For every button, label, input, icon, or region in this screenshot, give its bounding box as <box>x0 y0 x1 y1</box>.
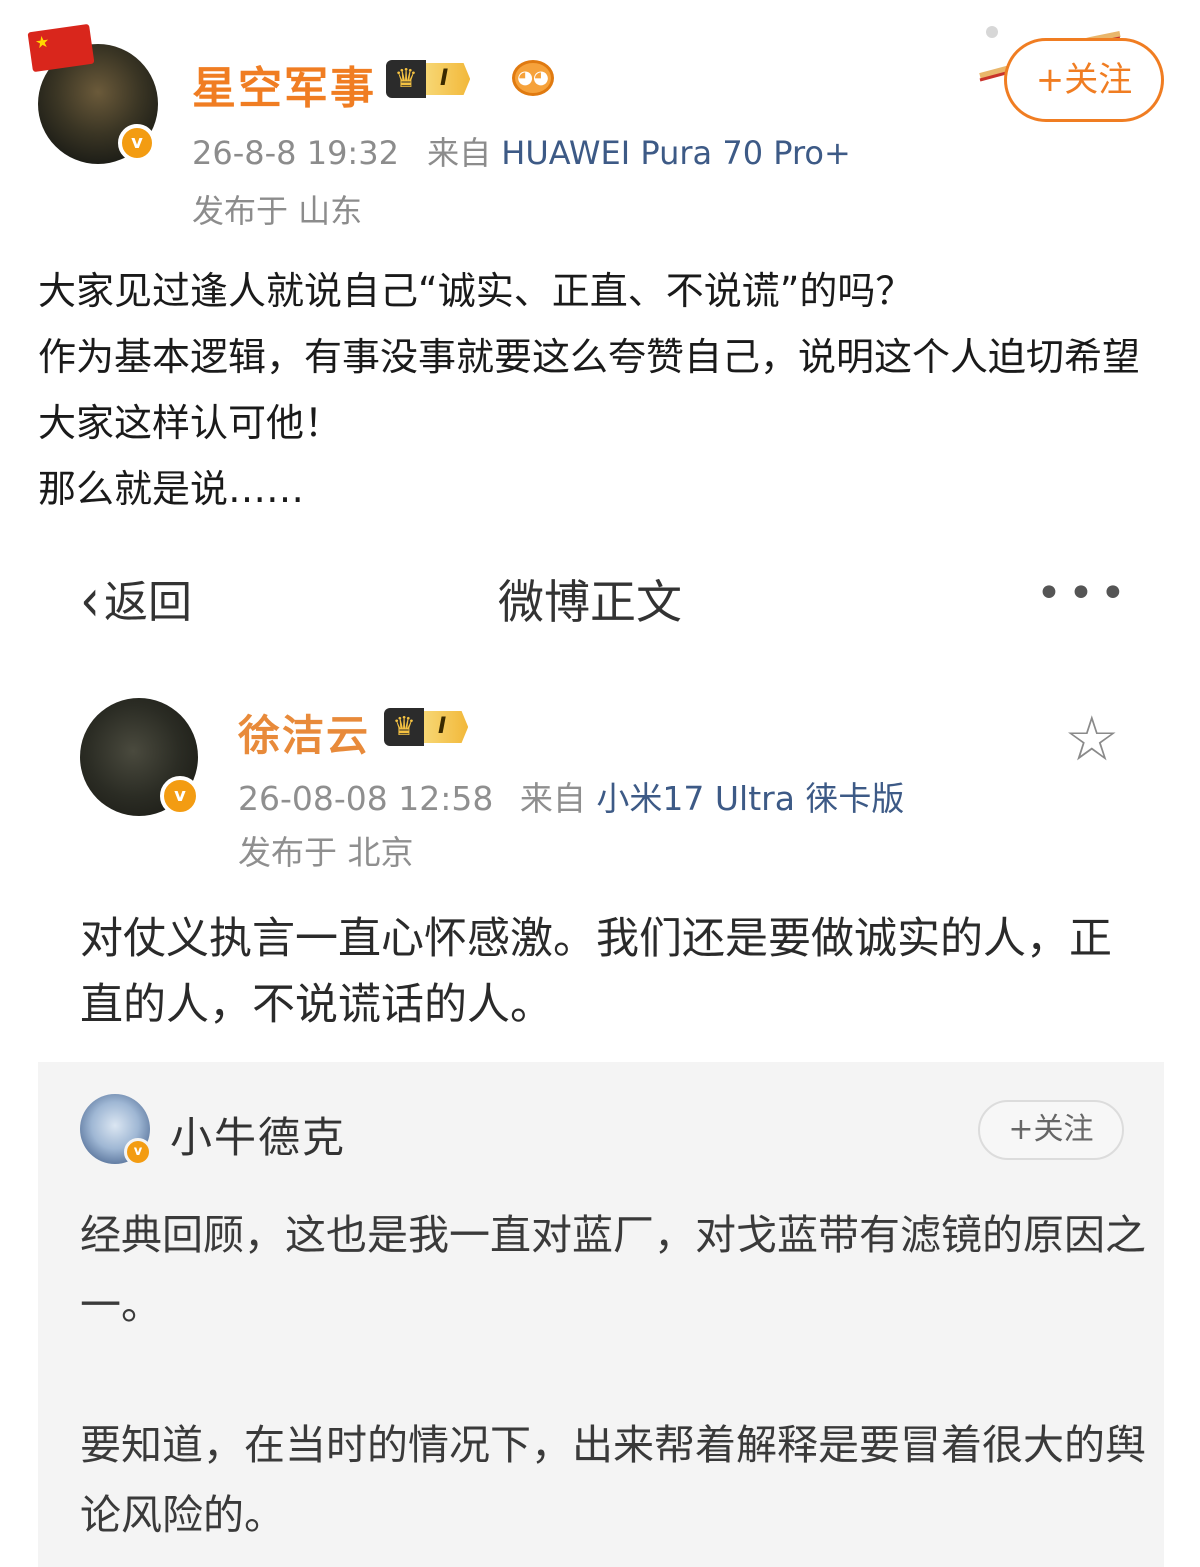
crown-icon: ♛ <box>384 708 424 746</box>
embedded-post-meta: 26-08-08 12:58 来自 小米17 Ultra 徕卡版 <box>238 772 904 820</box>
embedded-device-link[interactable]: 小米17 Ultra 徕卡版 <box>596 779 904 818</box>
post-meta: 26-8-8 19:32 来自 HUAWEI Pura 70 Pro+ <box>192 128 851 174</box>
source-prefix: 来自 <box>427 134 492 172</box>
level-number: I <box>426 63 471 95</box>
device-link[interactable]: HUAWEI Pura 70 Pro+ <box>501 134 851 172</box>
author-name[interactable]: 星空军事 <box>192 52 376 116</box>
fish-emoji-icon: ◕◕ <box>512 60 554 96</box>
level-number: I <box>424 711 469 743</box>
china-flag-icon: ★ <box>27 23 95 73</box>
post-location: 发布于 山东 <box>192 192 363 230</box>
embedded-post-timestamp: 26-08-08 12:58 <box>238 779 494 818</box>
member-level-badge[interactable]: ♛ I <box>386 60 471 98</box>
quoted-follow-button[interactable]: +关注 <box>978 1100 1124 1160</box>
post-line-2: 作为基本逻辑，有事没事就要这么夸赞自己，说明这个人迫切希望大家这样认可他！ <box>38 335 1141 445</box>
more-dots-icon[interactable]: ••• <box>1036 568 1132 619</box>
back-button[interactable]: ‹返回 <box>80 565 192 635</box>
quoted-paragraph-1: 经典回顾，这也是我一直对蓝厂，对戈蓝带有滤镜的原因之一。 <box>80 1211 1146 1329</box>
embedded-post-body: 对仗义执言一直心怀感激。我们还是要做诚实的人，正直的人，不说谎话的人。 <box>80 914 1112 1030</box>
follow-button[interactable]: +关注 <box>1004 38 1164 122</box>
post-timestamp: 26-8-8 19:32 <box>192 134 399 172</box>
back-label: 返回 <box>104 577 192 628</box>
embedded-post-location: 发布于 北京 <box>238 833 414 872</box>
quoted-paragraph-2: 要知道，在当时的情况下，出来帮着解释是要冒着很大的舆论风险的。 <box>80 1421 1146 1539</box>
quoted-post-body: 经典回顾，这也是我一直对蓝厂，对戈蓝带有滤镜的原因之一。 要知道，在当时的情况下… <box>80 1200 1150 1550</box>
crown-icon: ♛ <box>386 60 426 98</box>
post-line-3: 那么就是说…… <box>38 467 305 511</box>
verified-badge-icon: v <box>124 1138 152 1166</box>
source-prefix: 来自 <box>519 779 586 818</box>
embedded-member-level-badge[interactable]: ♛ I <box>384 708 469 746</box>
quoted-author-name[interactable]: 小牛德克 <box>170 1104 346 1165</box>
star-outline-icon[interactable]: ☆ <box>1064 708 1120 770</box>
chevron-left-icon: ‹ <box>80 565 100 635</box>
post-body: 大家见过逢人就说自己“诚实、正直、不说谎”的吗？ 作为基本逻辑，有事没事就要这么… <box>38 258 1168 522</box>
nav-title: 微博正文 <box>498 575 682 629</box>
verified-badge-icon: v <box>118 124 156 162</box>
post-line-1: 大家见过逢人就说自己“诚实、正直、不说谎”的吗？ <box>38 269 914 313</box>
embedded-author-name[interactable]: 徐洁云 <box>238 702 370 763</box>
verified-badge-icon: v <box>160 776 200 816</box>
